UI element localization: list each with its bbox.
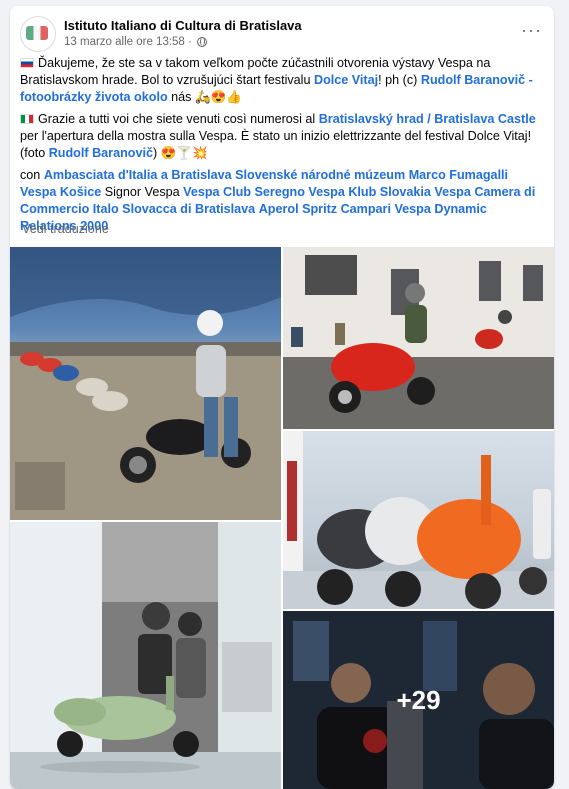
mention-link[interactable]: Vespa Klub Slovakia [308,185,431,199]
photo-scooters-courtyard-art [10,247,281,520]
post-date[interactable]: 13 marzo alle ore 13:58 · [64,34,302,50]
post-timestamp[interactable]: 13 marzo alle ore 13:58 · [64,34,192,50]
post-paragraph-sk: Ďakujeme, že ste sa v takom veľkom počte… [20,55,546,106]
photo-orange-vespa-exhibit-art [283,431,554,609]
post-card: Istituto Italiano di Cultura di Bratisla… [10,6,554,789]
globe-icon [196,37,207,47]
text-span: nás 🛵😍👍 [167,90,242,104]
avatar[interactable] [20,16,56,52]
post-header: Istituto Italiano di Cultura di Bratisla… [20,14,302,54]
photo-orange-vespa-exhibit[interactable] [283,431,554,609]
post-paragraph-it: Grazie a tutti voi che siete venuti così… [20,111,546,162]
text-span: con [20,168,44,182]
photo-red-vespa-building-art [283,247,554,429]
mention-link[interactable]: Vespa Košice [20,185,101,199]
text-span: ! ph (c) [378,73,421,87]
mention-link[interactable]: Rudolf Baranovič [49,146,153,160]
mention-link[interactable]: Vespa Club Seregno [183,185,305,199]
logo-icon [26,26,48,40]
mention-link[interactable]: Marco Fumagalli [409,168,508,182]
mention-link[interactable]: Campari [341,202,391,216]
more-photos-overlay[interactable]: +29 [283,611,554,789]
post-meta: Istituto Italiano di Cultura di Bratisla… [64,18,302,50]
page-name-link[interactable]: Istituto Italiano di Cultura di Bratisla… [64,18,302,34]
text-span: ) 😍🍸💥 [152,146,208,160]
post-text: Ďakujeme, že ste sa v takom veľkom počte… [20,55,546,240]
italy-flag-icon [20,114,34,124]
slovakia-flag-icon [20,58,34,68]
text-span: Signor Vespa [101,185,184,199]
photo-scooters-courtyard[interactable] [10,247,281,520]
mention-link[interactable]: Bratislavský hrad / Bratislava Castle [319,112,536,126]
see-translation-link[interactable]: Vedi traduzione [22,222,109,236]
mention-link[interactable]: Slovenské národné múzeum [235,168,405,182]
text-span: Grazie a tutti voi che siete venuti così… [38,112,319,126]
more-options-button[interactable]: ··· [521,20,542,41]
photo-green-vespa-poster[interactable] [10,522,281,789]
mention-link[interactable]: Dolce Vitaj [314,73,378,87]
photo-interview-more[interactable]: +29 [283,611,554,789]
mention-link[interactable]: Ambasciata d'Italia a Bratislava [44,168,232,182]
more-photos-count: +29 [396,684,441,715]
photo-green-vespa-poster-art [10,522,281,789]
photo-grid: +29 [10,247,554,789]
mention-link[interactable]: Aperol Spritz [259,202,337,216]
photo-red-vespa-building[interactable] [283,247,554,429]
